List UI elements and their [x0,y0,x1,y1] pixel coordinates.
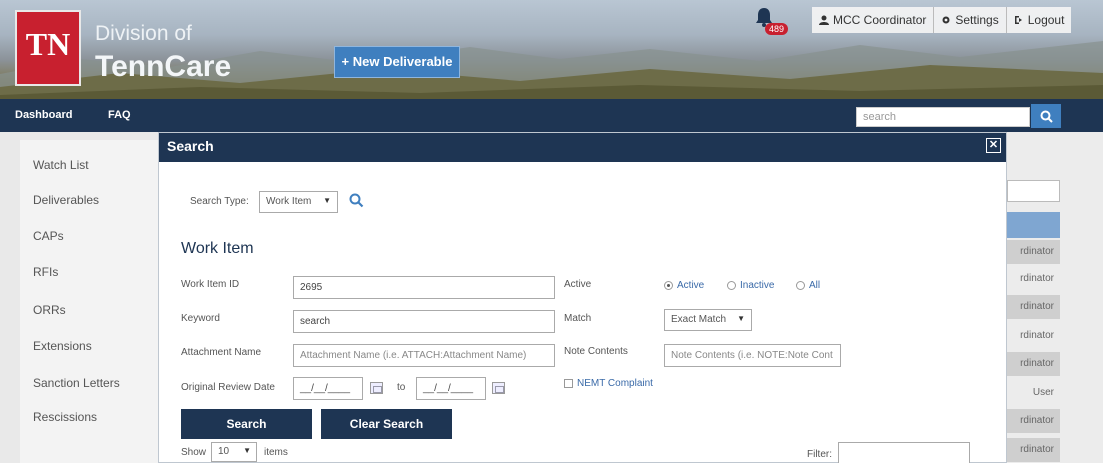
filter-input[interactable] [838,442,970,463]
sidebar-item-deliverables[interactable]: Deliverables [33,193,99,207]
user-icon [819,15,829,25]
nav-search-button[interactable] [1031,104,1061,128]
sidebar-item-watch-list[interactable]: Watch List [33,158,89,172]
note-contents-label: Note Contents [564,346,628,357]
logout-icon [1014,16,1022,24]
calendar-icon[interactable] [370,382,383,394]
division-label: Division of [95,22,192,45]
nav-search-input[interactable]: search [856,107,1030,127]
match-label: Match [564,313,592,324]
gear-icon [942,16,950,24]
date-to-label: to [397,382,406,393]
chevron-down-icon: ▼ [243,446,251,455]
review-date-label: Original Review Date [181,382,275,393]
attachment-name-label: Attachment Name [181,347,262,358]
search-type-select[interactable]: Work Item ▼ [259,191,338,213]
clear-search-button[interactable]: Clear Search [321,409,452,439]
settings-link[interactable]: Settings [934,7,1007,33]
attachment-name-input[interactable]: Attachment Name (i.e. ATTACH:Attachment … [293,344,555,367]
background-filter-input[interactable] [1007,180,1060,202]
table-row: rdinator [1007,438,1060,462]
radio-checked-icon [664,281,673,290]
notification-badge[interactable]: 489 [765,23,789,35]
radio-unchecked-icon [796,281,805,290]
sidebar-item-caps[interactable]: CAPs [33,229,64,243]
match-value: Exact Match [671,314,727,325]
table-row: rdinator [1007,352,1060,376]
search-type-value: Work Item [266,196,312,207]
table-row: rdinator [1020,330,1054,341]
date-from-input[interactable]: __/__/____ [293,377,363,400]
sidebar-item-rfis[interactable]: RFIs [33,265,58,279]
sidebar-item-extensions[interactable]: Extensions [33,339,92,353]
user-menu[interactable]: MCC Coordinator [812,7,935,33]
table-row: User [1032,387,1054,398]
section-title: Work Item [181,240,254,257]
sidebar-item-rescissions[interactable]: Rescissions [33,410,97,424]
table-row: rdinator [1007,409,1060,433]
close-icon[interactable]: ✕ [986,138,1001,153]
nemt-checkbox[interactable] [564,379,573,388]
logout-label: Logout [1027,13,1065,27]
main-navbar: Dashboard FAQ search [0,99,1103,132]
search-modal: Search ✕ Search Type: Work Item ▼ Work I… [158,132,1007,463]
items-label: items [264,447,288,458]
radio-active[interactable]: Active [664,280,704,291]
nav-dashboard[interactable]: Dashboard [15,99,72,132]
table-row: rdinator [1020,273,1054,284]
active-label: Active [564,279,592,290]
table-row: rdinator [1007,240,1060,264]
work-item-id-label: Work Item ID [181,279,240,290]
background-table-header[interactable] [1007,212,1060,238]
show-label: Show [181,447,207,458]
radio-all[interactable]: All [796,280,820,291]
match-select[interactable]: Exact Match ▼ [664,309,752,331]
chevron-down-icon: ▼ [323,196,331,205]
user-toolbar: MCC Coordinator Settings Logout [812,7,1072,33]
sidebar-item-orrs[interactable]: ORRs [33,303,66,317]
nemt-complaint-label: NEMT Complaint [577,378,653,389]
radio-all-label: All [809,280,821,291]
radio-unchecked-icon [727,281,736,290]
sidebar: Watch List Deliverables CAPs RFIs ORRs E… [20,140,158,463]
search-icon[interactable] [349,193,364,211]
tn-logo[interactable]: TN [15,10,81,86]
settings-label: Settings [955,13,999,27]
page-size-value: 10 [218,446,230,457]
radio-inactive-label: Inactive [740,280,775,291]
date-to-input[interactable]: __/__/____ [416,377,486,400]
search-icon [1040,110,1053,123]
sidebar-item-sanction-letters[interactable]: Sanction Letters [33,376,120,390]
radio-active-label: Active [677,280,705,291]
search-type-label: Search Type: [190,196,249,207]
note-contents-input[interactable]: Note Contents (i.e. NOTE:Note Cont [664,344,841,367]
work-item-id-input[interactable]: 2695 [293,276,555,299]
search-button[interactable]: Search [181,409,312,439]
logout-link[interactable]: Logout [1007,7,1072,33]
page-size-select[interactable]: 10 ▼ [211,442,257,462]
new-deliverable-button[interactable]: + New Deliverable [334,46,460,78]
header-banner: TN Division of TennCare + New Deliverabl… [0,0,1103,99]
modal-title: Search [159,133,1006,162]
calendar-icon[interactable] [492,382,505,394]
nav-faq[interactable]: FAQ [108,99,131,132]
table-row: rdinator [1007,295,1060,319]
keyword-label: Keyword [181,313,220,324]
tenncare-title: TennCare [95,50,232,83]
keyword-input[interactable]: search [293,310,555,333]
chevron-down-icon: ▼ [737,314,745,323]
radio-inactive[interactable]: Inactive [727,280,774,291]
filter-label: Filter: [807,449,832,460]
user-label: MCC Coordinator [833,13,927,27]
